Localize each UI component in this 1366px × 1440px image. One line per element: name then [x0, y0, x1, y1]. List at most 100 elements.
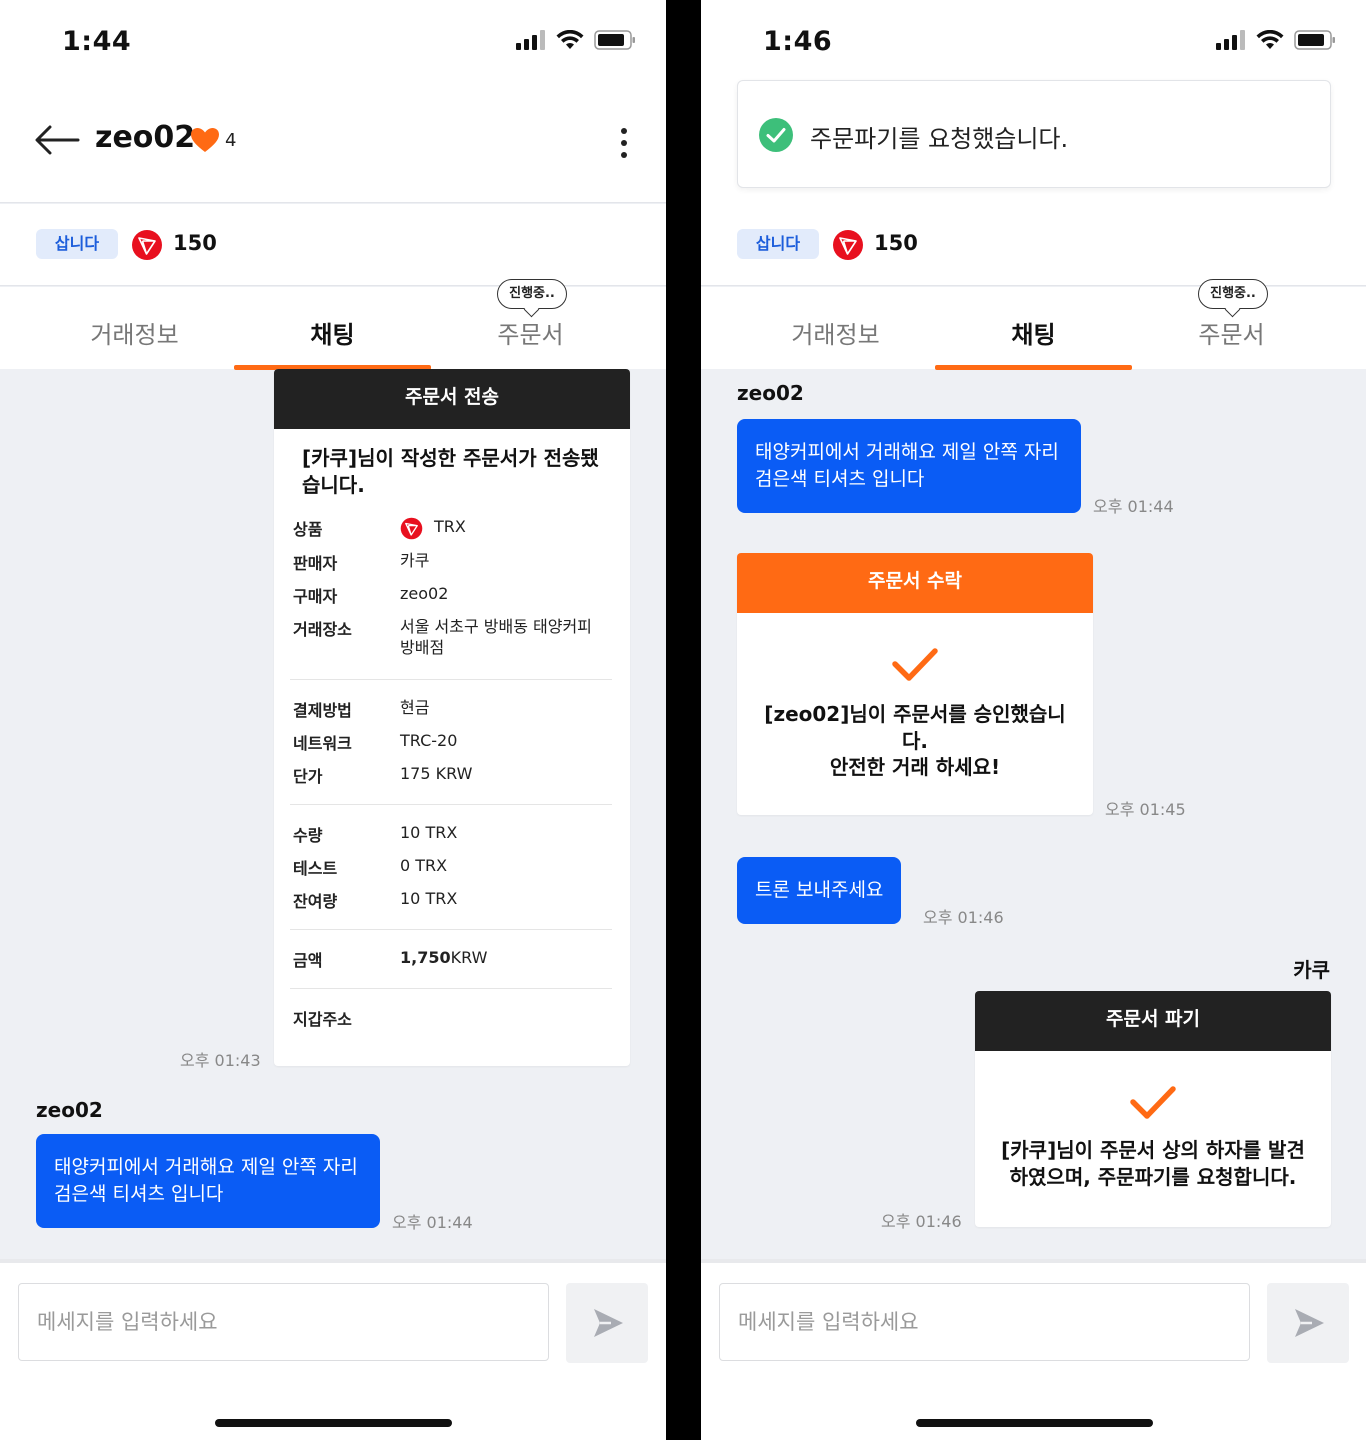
card-title: [카쿠]님이 작성한 주문서가 전송됐습니다.	[302, 446, 599, 497]
checkmark-icon	[892, 648, 938, 681]
message-time: 오후 01:44	[1093, 497, 1174, 516]
chat-area: 주문서 전송 [카쿠]님이 작성한 주문서가 전송됐습니다. 상품 TRX 판매…	[0, 369, 666, 1259]
wifi-icon	[556, 30, 584, 49]
order-accepted-card[interactable]: 주문서 수락 [zeo02]님이 주문서를 승인했습니다. 안전한 거래 하세요…	[737, 553, 1093, 815]
send-icon	[1295, 1309, 1324, 1337]
order-sent-card[interactable]: 주문서 전송 [카쿠]님이 작성한 주문서가 전송됐습니다. 상품 TRX 판매…	[274, 369, 630, 1066]
buy-badge: 삽니다	[36, 229, 118, 259]
row-value: TRC-20	[400, 731, 458, 750]
trade-amount: 150	[173, 231, 217, 255]
battery-icon	[594, 30, 635, 50]
row-label: 거래장소	[293, 620, 352, 639]
tab-trade-info[interactable]: 거래정보	[737, 287, 934, 369]
total-amount: 1,750	[400, 948, 451, 967]
row-value: 0 TRX	[400, 856, 448, 875]
in-progress-badge: 진행중..	[1198, 279, 1268, 309]
status-time: 1:46	[763, 26, 833, 57]
trx-coin-icon	[400, 517, 423, 540]
row-label: 결제방법	[293, 701, 352, 720]
check-circle-icon	[759, 118, 793, 152]
phone-screen-left: 1:44 zeo02 4 삽니다 150 거래정보 채팅 주문서 진행중.. 주…	[0, 0, 666, 1440]
send-button[interactable]	[566, 1283, 648, 1363]
card-header: 주문서 파기	[975, 991, 1331, 1051]
trade-info-bar: 삽니다 150	[701, 204, 1366, 286]
sender-name: zeo02	[36, 1098, 103, 1122]
tab-bar: 거래정보 채팅 주문서 진행중..	[701, 279, 1366, 370]
chat-bubble[interactable]: 트론 보내주세요	[737, 857, 902, 924]
wifi-icon	[1256, 30, 1284, 49]
card-header: 주문서 전송	[274, 369, 630, 429]
message-time: 오후 01:43	[180, 1051, 261, 1070]
card-message: [카쿠]님이 주문서 상의 하자를 발견하였으며, 주문파기를 요청합니다.	[1001, 1138, 1305, 1189]
order-cancel-card[interactable]: 주문서 파기 [카쿠]님이 주문서 상의 하자를 발견하였으며, 주문파기를 요…	[975, 991, 1331, 1227]
message-time: 오후 01:46	[881, 1212, 962, 1231]
row-value: 10 TRX	[400, 889, 458, 908]
status-bar: 1:46 주문파기를 요청했습니다.	[701, 0, 1366, 204]
back-arrow-icon[interactable]	[34, 123, 80, 157]
home-indicator	[215, 1419, 452, 1427]
row-label: 금액	[293, 951, 323, 970]
row-value: 10 TRX	[400, 823, 458, 842]
tab-bar: 거래정보 채팅 주문서 진행중..	[0, 279, 666, 370]
divider	[290, 679, 612, 680]
row-label: 테스트	[293, 859, 338, 878]
row-value: 현금	[400, 698, 430, 717]
trx-coin-icon	[132, 230, 162, 260]
signal-icon	[516, 30, 545, 50]
phone-screen-right: 1:46 주문파기를 요청했습니다. 삽니다 150 거래정보 채팅 주문서 진…	[701, 0, 1366, 1440]
trade-amount: 150	[874, 231, 918, 255]
home-indicator	[916, 1419, 1153, 1427]
chat-bubble[interactable]: 태양커피에서 거래해요 제일 안쪽 자리 검은색 티셔츠 입니다	[36, 1134, 380, 1228]
trx-coin-icon	[833, 230, 863, 260]
partner-name: zeo02	[95, 120, 196, 155]
row-label: 판매자	[293, 554, 338, 573]
checkmark-icon	[1130, 1086, 1176, 1119]
row-value: 1,750KRW	[400, 947, 610, 968]
row-label: 단가	[293, 767, 323, 786]
row-label: 상품	[293, 520, 323, 539]
status-time: 1:44	[62, 26, 132, 57]
likes-count: 4	[225, 130, 237, 151]
status-icons	[1216, 30, 1336, 50]
toast-notification: 주문파기를 요청했습니다.	[737, 80, 1331, 188]
total-unit: KRW	[450, 948, 488, 967]
row-label: 지갑주소	[293, 1010, 352, 1029]
more-menu-icon[interactable]	[614, 126, 634, 160]
row-label: 네트워크	[293, 734, 352, 753]
row-value: TRX	[434, 517, 466, 536]
message-input-bar	[0, 1259, 666, 1440]
row-label: 구매자	[293, 587, 338, 606]
card-message: [zeo02]님이 주문서를 승인했습니다.	[764, 702, 1066, 753]
status-icons	[516, 30, 636, 50]
send-button[interactable]	[1267, 1283, 1349, 1363]
message-input-bar	[701, 1259, 1366, 1440]
toast-message: 주문파기를 요청했습니다.	[810, 125, 1069, 153]
message-time: 오후 01:46	[923, 908, 1004, 927]
row-value: zeo02	[400, 584, 449, 603]
heart-icon	[191, 128, 219, 152]
card-message-2: 안전한 거래 하세요!	[829, 755, 1001, 779]
message-time: 오후 01:45	[1105, 800, 1186, 819]
tab-trade-info[interactable]: 거래정보	[36, 287, 233, 369]
tab-chat[interactable]: 채팅	[234, 287, 431, 369]
row-label: 잔여량	[293, 892, 338, 911]
row-value: 카쿠	[400, 551, 430, 570]
divider	[290, 988, 612, 989]
chat-bubble[interactable]: 태양커피에서 거래해요 제일 안쪽 자리 검은색 티셔츠 입니다	[737, 419, 1081, 513]
sender-name: zeo02	[737, 381, 804, 405]
row-value: 서울 서초구 방배동 태양커피 방배점	[400, 617, 592, 657]
tab-chat[interactable]: 채팅	[935, 287, 1132, 369]
card-header: 주문서 수락	[737, 553, 1093, 613]
status-bar: 1:44	[0, 0, 666, 90]
row-label: 수량	[293, 826, 323, 845]
message-input[interactable]	[719, 1283, 1250, 1361]
divider	[290, 804, 612, 805]
sender-name: 카쿠	[1293, 958, 1330, 982]
row-value: 175 KRW	[400, 764, 473, 783]
message-time: 오후 01:44	[392, 1213, 473, 1232]
chat-area: zeo02 태양커피에서 거래해요 제일 안쪽 자리 검은색 티셔츠 입니다 오…	[701, 369, 1366, 1259]
message-input[interactable]	[18, 1283, 549, 1361]
send-icon	[594, 1309, 623, 1337]
battery-icon	[1294, 30, 1335, 50]
signal-icon	[1216, 30, 1245, 50]
